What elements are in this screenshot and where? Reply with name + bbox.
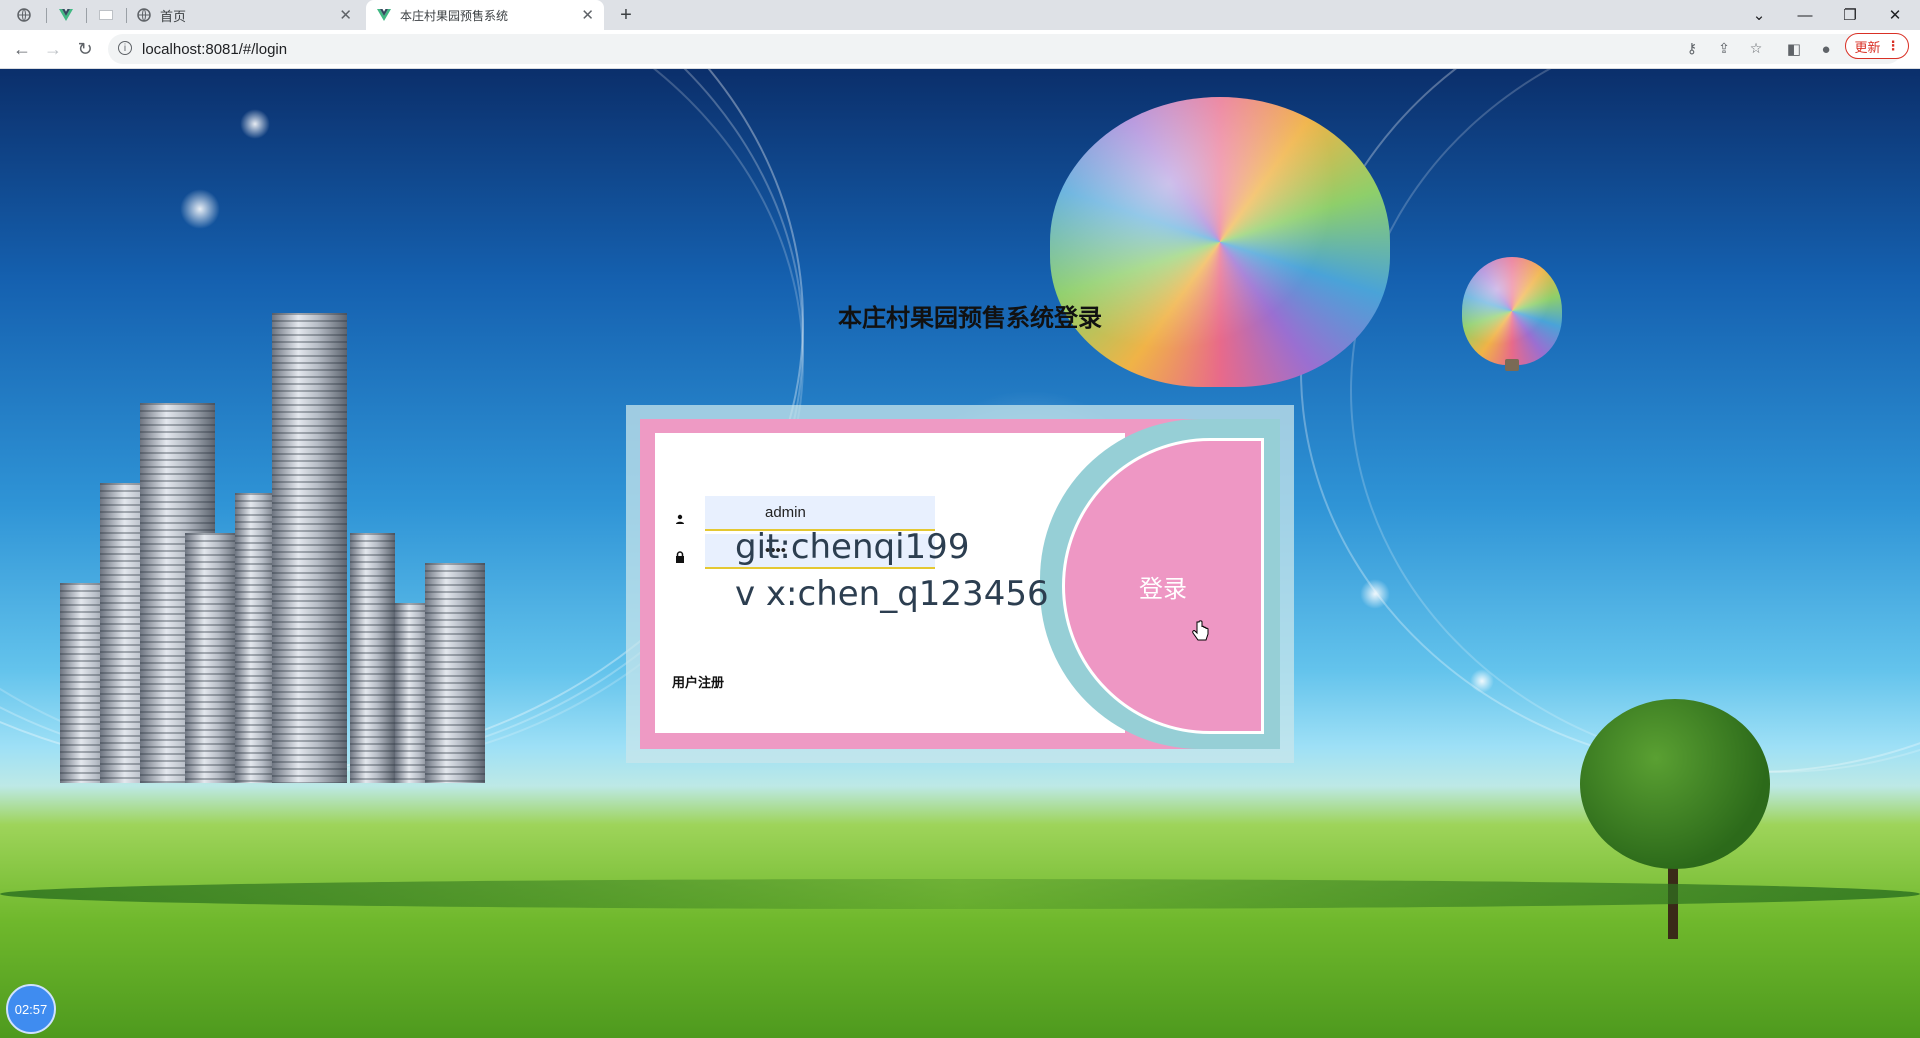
profile-button[interactable]: ● <box>1812 30 1840 68</box>
address-bar[interactable]: i localhost:8081/#/login ⚷ ⇪ ☆ <box>108 34 1902 64</box>
globe-icon <box>136 7 152 23</box>
hot-air-balloon <box>1050 97 1390 387</box>
building <box>425 563 485 783</box>
sparkle <box>1360 579 1390 609</box>
pinned-tab-2[interactable] <box>58 0 78 30</box>
arrow-right-icon: → <box>44 38 62 59</box>
login-button-label: 登录 <box>1139 574 1187 603</box>
vue-icon <box>376 7 392 23</box>
update-button[interactable]: 更新 ⋮ <box>1845 33 1909 59</box>
tab-title: 本庄村果园预售系统 <box>400 8 509 23</box>
minimize-button[interactable]: — <box>1783 0 1827 30</box>
tab-search-button[interactable]: ⌄ <box>1737 0 1781 30</box>
close-tab-icon[interactable]: ✕ <box>581 6 594 24</box>
minimize-icon: — <box>1797 6 1813 24</box>
key-icon[interactable]: ⚷ <box>1682 40 1702 58</box>
close-icon: ✕ <box>1888 7 1902 24</box>
lock-icon <box>674 551 686 563</box>
blank-page-icon <box>98 7 114 23</box>
vue-icon <box>58 7 74 23</box>
tab-home[interactable]: 首页 ✕ <box>136 0 362 30</box>
sparkle <box>1470 669 1494 693</box>
tree <box>1580 699 1770 869</box>
back-button[interactable]: ← <box>8 30 36 68</box>
tab-title: 首页 <box>160 8 187 24</box>
more-menu-icon: ⋮ <box>1886 38 1900 53</box>
page-title: 本庄村果园预售系统登录 <box>838 304 1102 332</box>
tab-divider <box>126 8 127 23</box>
building <box>272 313 347 783</box>
username-field[interactable] <box>705 496 935 531</box>
watermark-git: git:chenqi199 <box>735 527 970 567</box>
tab-login-active[interactable]: 本庄村果园预售系统 ✕ <box>366 0 604 30</box>
tab-divider <box>86 8 87 23</box>
reload-button[interactable]: ↻ <box>71 30 99 68</box>
restore-button[interactable]: ❐ <box>1828 0 1872 30</box>
reload-icon: ↻ <box>77 38 93 59</box>
sparkle <box>180 189 220 229</box>
username-input[interactable] <box>705 496 935 529</box>
forward-button[interactable]: → <box>39 30 67 68</box>
building <box>185 533 240 783</box>
new-tab-button[interactable]: + <box>614 0 638 30</box>
url-text: localhost:8081/#/login <box>142 41 288 58</box>
close-tab-icon[interactable]: ✕ <box>339 6 352 24</box>
decorative-swoosh <box>1350 69 1920 773</box>
update-label: 更新 <box>1854 39 1881 55</box>
recording-timer: 02:57 <box>6 984 56 1034</box>
share-icon[interactable]: ⇪ <box>1714 40 1734 58</box>
browser-toolbar: ← → ↻ i localhost:8081/#/login ⚷ ⇪ ☆ ◧ ●… <box>0 30 1920 69</box>
hand-cursor-icon <box>1191 620 1209 650</box>
sparkle <box>240 109 270 139</box>
info-icon[interactable]: i <box>118 41 132 55</box>
arrow-left-icon: ← <box>13 38 31 59</box>
side-panel-button[interactable]: ◧ <box>1780 30 1808 68</box>
pinned-tab-1[interactable] <box>16 0 36 30</box>
restore-icon: ❐ <box>1843 7 1857 24</box>
balloon-basket <box>1505 359 1519 371</box>
globe-icon <box>16 7 32 23</box>
close-window-button[interactable]: ✕ <box>1873 0 1917 30</box>
watermark-wechat: v x:chen_q123456 <box>735 574 1049 614</box>
side-panel-icon: ◧ <box>1786 41 1802 58</box>
plus-icon: + <box>620 3 632 26</box>
bookmark-star-icon[interactable]: ☆ <box>1746 40 1766 58</box>
pinned-tab-3[interactable] <box>98 0 118 30</box>
tab-strip: 首页 ✕ 本庄村果园预售系统 ✕ + ⌄ — ❐ ✕ <box>0 0 1920 30</box>
profile-avatar-icon: ● <box>1821 40 1831 58</box>
tree-line <box>0 879 1920 909</box>
register-link[interactable]: 用户注册 <box>672 672 724 691</box>
building <box>350 533 395 783</box>
user-icon <box>674 514 686 526</box>
chevron-down-icon: ⌄ <box>1752 7 1766 24</box>
tab-divider <box>46 8 47 23</box>
